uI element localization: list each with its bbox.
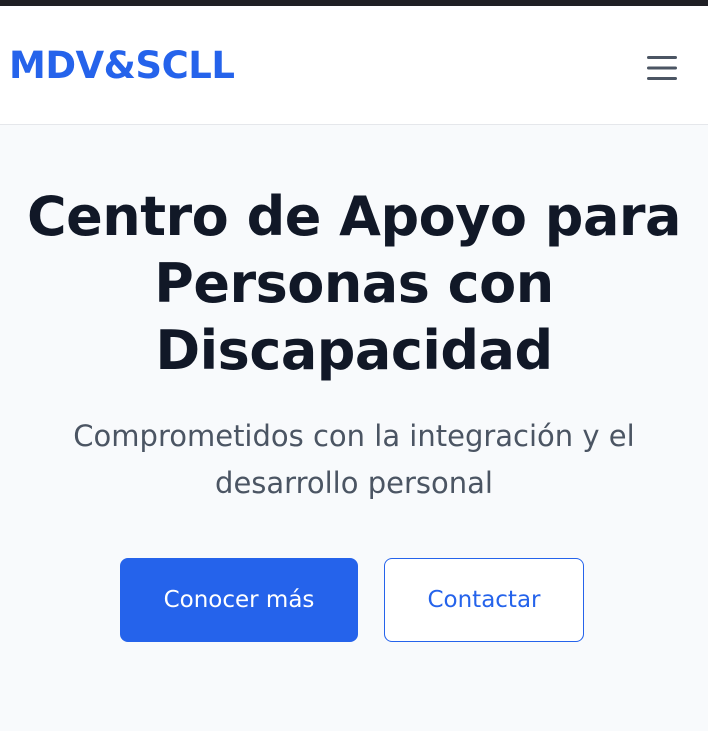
learn-more-button[interactable]: Conocer más xyxy=(120,558,358,642)
hero-title: Centro de Apoyo para Personas con Discap… xyxy=(27,185,681,382)
site-logo[interactable]: MDV&SCLL xyxy=(9,42,235,90)
contact-button[interactable]: Contactar xyxy=(384,558,584,642)
hamburger-menu-icon xyxy=(647,56,677,80)
navbar: MDV&SCLL xyxy=(0,6,708,125)
hero-section: Centro de Apoyo para Personas con Discap… xyxy=(0,126,708,731)
hero-subtitle: Comprometidos con la integración y el de… xyxy=(73,419,635,500)
menu-button[interactable] xyxy=(636,42,688,94)
